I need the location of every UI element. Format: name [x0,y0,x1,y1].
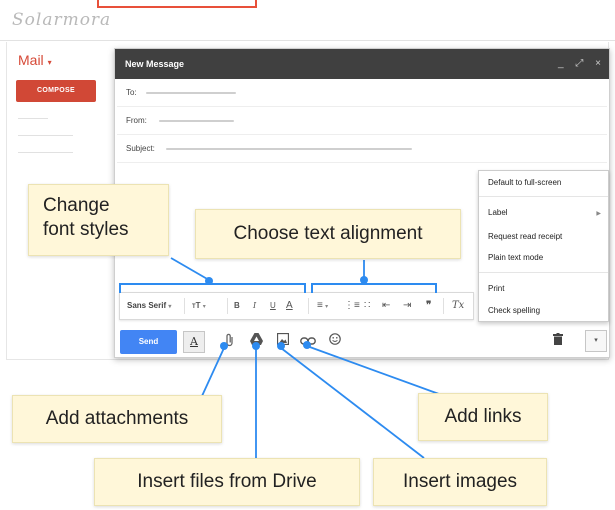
connector-dot [252,342,260,350]
callout-drive: Insert files from Drive [94,458,360,506]
callout-links-text: Add links [444,406,522,427]
callout-font-styles: Change font styles [28,184,169,256]
connector-dot [220,342,228,350]
callout-attachments: Add attachments [12,395,222,443]
connector-dot [360,276,368,284]
connector-dot [303,341,311,349]
callout-font-styles-line2: font styles [43,219,129,240]
callout-links: Add links [418,393,548,441]
callout-text-alignment-text: Choose text alignment [233,223,423,244]
callout-attachments-text: Add attachments [45,408,189,429]
callout-text-alignment: Choose text alignment [195,209,461,259]
callout-font-styles-line1: Change [43,195,110,216]
connector-dot [277,342,285,350]
connector-dot [205,277,213,285]
callout-images-text: Insert images [402,471,518,492]
callout-drive-text: Insert files from Drive [137,471,317,492]
callout-images: Insert images [373,458,547,506]
